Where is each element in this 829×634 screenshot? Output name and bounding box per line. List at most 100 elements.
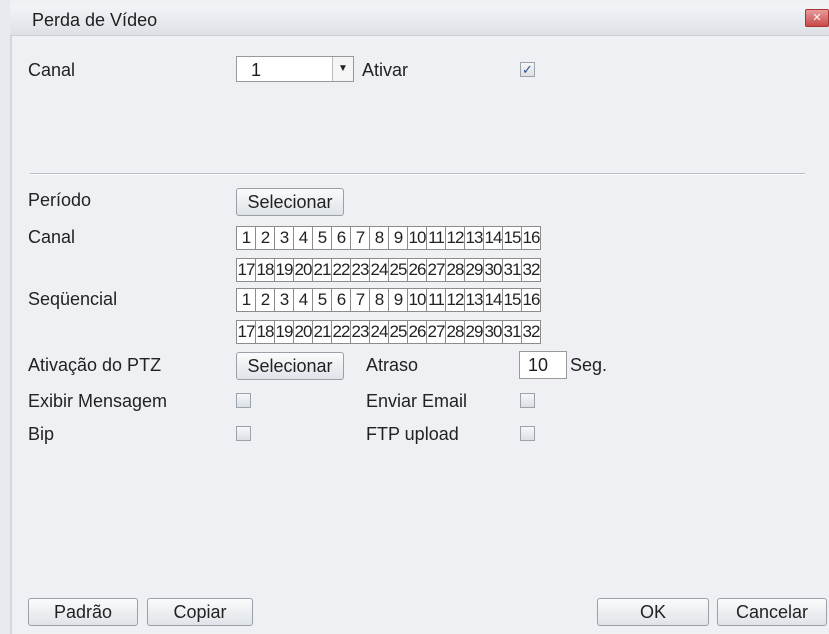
ftp-upload-label: FTP upload	[366, 424, 459, 444]
sequencial-channel-cell[interactable]: 28	[445, 320, 465, 344]
section-divider	[30, 173, 805, 175]
sequencial-channel-cell[interactable]: 6	[331, 288, 351, 312]
exibir-mensagem-checkbox[interactable]	[236, 393, 251, 408]
sequencial-grid-row-2: 17 18 19 20 21 22 23 24 25 26 27 28 29 30 31 32	[236, 320, 541, 344]
canal-channel-cell[interactable]: 27	[426, 258, 446, 282]
window-edge	[10, 35, 12, 634]
video-loss-dialog	[10, 0, 829, 634]
canal-channel-cell[interactable]: 12	[445, 226, 465, 250]
sequencial-channel-cell[interactable]: 27	[426, 320, 446, 344]
sequencial-channel-cell[interactable]: 21	[312, 320, 332, 344]
sequencial-channel-cell[interactable]: 26	[407, 320, 427, 344]
sequencial-grid-row-1: 1 2 3 4 5 6 7 8 9 10 11 12 13 14 15 16	[236, 288, 541, 312]
canal-channel-cell[interactable]: 31	[502, 258, 522, 282]
sequencial-channel-cell[interactable]: 10	[407, 288, 427, 312]
canal-channel-cell[interactable]: 17	[236, 258, 256, 282]
window-title: Perda de Vídeo	[32, 10, 158, 30]
chevron-down-icon[interactable]: ▼	[332, 57, 353, 81]
sequencial-channel-cell[interactable]: 13	[464, 288, 484, 312]
ptz-select-button[interactable]: Selecionar	[236, 352, 344, 380]
canal-channel-cell[interactable]: 2	[255, 226, 275, 250]
sequencial-channel-cell[interactable]: 15	[502, 288, 522, 312]
sequencial-label: Seqüencial	[28, 289, 118, 309]
canal-channel-cell[interactable]: 6	[331, 226, 351, 250]
exibir-mensagem-label: Exibir Mensagem	[28, 391, 168, 411]
bip-checkbox[interactable]	[236, 426, 251, 441]
sequencial-channel-cell[interactable]: 20	[293, 320, 313, 344]
ftp-upload-checkbox[interactable]	[520, 426, 535, 441]
atraso-unit: Seg.	[570, 355, 608, 375]
ptz-label: Ativação do PTZ	[28, 355, 162, 375]
canal-select[interactable]: 1 ▼	[236, 56, 354, 82]
canal-select-value: 1	[251, 60, 262, 80]
canal-grid-row-2: 17 18 19 20 21 22 23 24 25 26 27 28 29 30 31 32	[236, 258, 541, 282]
sequencial-channel-cell[interactable]: 18	[255, 320, 275, 344]
canal-channel-cell[interactable]: 23	[350, 258, 370, 282]
ativar-label: Ativar	[362, 60, 409, 80]
canal-channel-cell[interactable]: 22	[331, 258, 351, 282]
canal-channel-cell[interactable]: 32	[521, 258, 541, 282]
bip-label: Bip	[28, 424, 55, 444]
sequencial-channel-cell[interactable]: 22	[331, 320, 351, 344]
enviar-email-checkbox[interactable]	[520, 393, 535, 408]
canal-channel-cell[interactable]: 4	[293, 226, 313, 250]
sequencial-channel-cell[interactable]: 24	[369, 320, 389, 344]
sequencial-channel-cell[interactable]: 2	[255, 288, 275, 312]
canal-channel-cell[interactable]: 15	[502, 226, 522, 250]
title-bar: Perda de Vídeo ✕	[10, 5, 829, 36]
canal-channel-cell[interactable]: 5	[312, 226, 332, 250]
canal-channel-cell[interactable]: 1	[236, 226, 256, 250]
canal-channel-cell[interactable]: 28	[445, 258, 465, 282]
canal-channel-cell[interactable]: 3	[274, 226, 294, 250]
canal-channel-cell[interactable]: 21	[312, 258, 332, 282]
sequencial-channel-cell[interactable]: 29	[464, 320, 484, 344]
sequencial-channel-cell[interactable]: 23	[350, 320, 370, 344]
sequencial-channel-cell[interactable]: 4	[293, 288, 313, 312]
sequencial-channel-cell[interactable]: 9	[388, 288, 408, 312]
canal-label: Canal	[28, 60, 76, 80]
sequencial-channel-cell[interactable]: 8	[369, 288, 389, 312]
canal-channel-cell[interactable]: 29	[464, 258, 484, 282]
canal-channel-cell[interactable]: 8	[369, 226, 389, 250]
sequencial-channel-cell[interactable]: 12	[445, 288, 465, 312]
sequencial-channel-cell[interactable]: 25	[388, 320, 408, 344]
canal-grid-label: Canal	[28, 227, 76, 247]
atraso-input[interactable]: 10	[519, 351, 567, 379]
sequencial-channel-cell[interactable]: 11	[426, 288, 446, 312]
canal-channel-cell[interactable]: 16	[521, 226, 541, 250]
canal-channel-cell[interactable]: 30	[483, 258, 503, 282]
sequencial-channel-cell[interactable]: 19	[274, 320, 294, 344]
periodo-label: Período	[28, 190, 92, 210]
canal-channel-cell[interactable]: 9	[388, 226, 408, 250]
canal-channel-cell[interactable]: 19	[274, 258, 294, 282]
canal-channel-cell[interactable]: 14	[483, 226, 503, 250]
sequencial-channel-cell[interactable]: 1	[236, 288, 256, 312]
sequencial-channel-cell[interactable]: 16	[521, 288, 541, 312]
sequencial-channel-cell[interactable]: 31	[502, 320, 522, 344]
sequencial-channel-cell[interactable]: 32	[521, 320, 541, 344]
canal-channel-cell[interactable]: 25	[388, 258, 408, 282]
canal-channel-cell[interactable]: 11	[426, 226, 446, 250]
canal-channel-cell[interactable]: 18	[255, 258, 275, 282]
copy-button[interactable]: Copiar	[147, 598, 253, 626]
sequencial-channel-cell[interactable]: 5	[312, 288, 332, 312]
canal-channel-cell[interactable]: 24	[369, 258, 389, 282]
enviar-email-label: Enviar Email	[366, 391, 468, 411]
default-button[interactable]: Padrão	[28, 598, 138, 626]
sequencial-channel-cell[interactable]: 7	[350, 288, 370, 312]
sequencial-channel-cell[interactable]: 14	[483, 288, 503, 312]
sequencial-channel-cell[interactable]: 30	[483, 320, 503, 344]
sequencial-channel-cell[interactable]: 3	[274, 288, 294, 312]
cancel-button[interactable]: Cancelar	[717, 598, 827, 626]
canal-channel-cell[interactable]: 26	[407, 258, 427, 282]
ativar-checkbox[interactable]: ✓	[520, 62, 535, 77]
canal-channel-cell[interactable]: 13	[464, 226, 484, 250]
canal-channel-cell[interactable]: 20	[293, 258, 313, 282]
ok-button[interactable]: OK	[597, 598, 709, 626]
atraso-label: Atraso	[366, 355, 419, 375]
canal-channel-cell[interactable]: 7	[350, 226, 370, 250]
periodo-select-button[interactable]: Selecionar	[236, 188, 344, 216]
close-icon[interactable]: ✕	[805, 9, 829, 27]
sequencial-channel-cell[interactable]: 17	[236, 320, 256, 344]
canal-channel-cell[interactable]: 10	[407, 226, 427, 250]
